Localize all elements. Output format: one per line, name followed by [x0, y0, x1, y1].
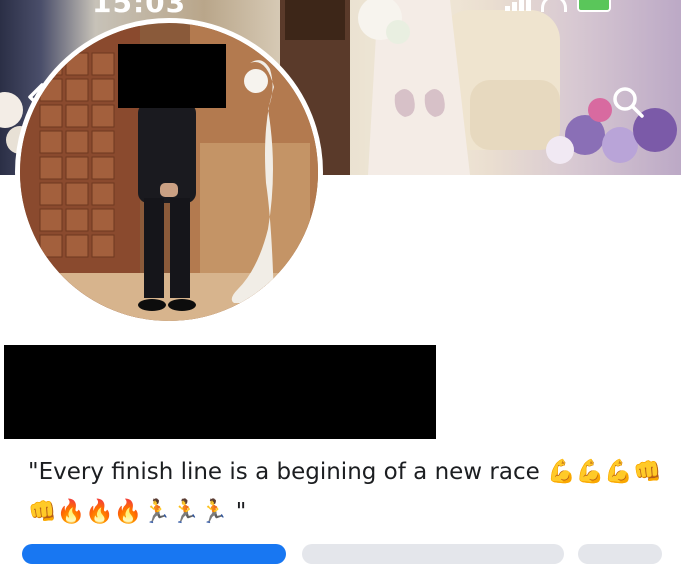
face-redaction	[118, 44, 226, 108]
status-time: 15:03	[92, 0, 187, 19]
battery-charging-icon	[577, 0, 611, 12]
primary-action-button[interactable]	[22, 544, 286, 564]
search-icon[interactable]	[608, 82, 648, 122]
secondary-action-button[interactable]	[302, 544, 564, 564]
signal-icon	[505, 0, 531, 11]
status-icons	[505, 0, 611, 12]
more-options-button[interactable]	[578, 544, 662, 564]
profile-bio: "Every finish line is a begining of a ne…	[28, 459, 662, 525]
name-redaction	[4, 345, 436, 439]
wifi-icon	[541, 0, 567, 12]
